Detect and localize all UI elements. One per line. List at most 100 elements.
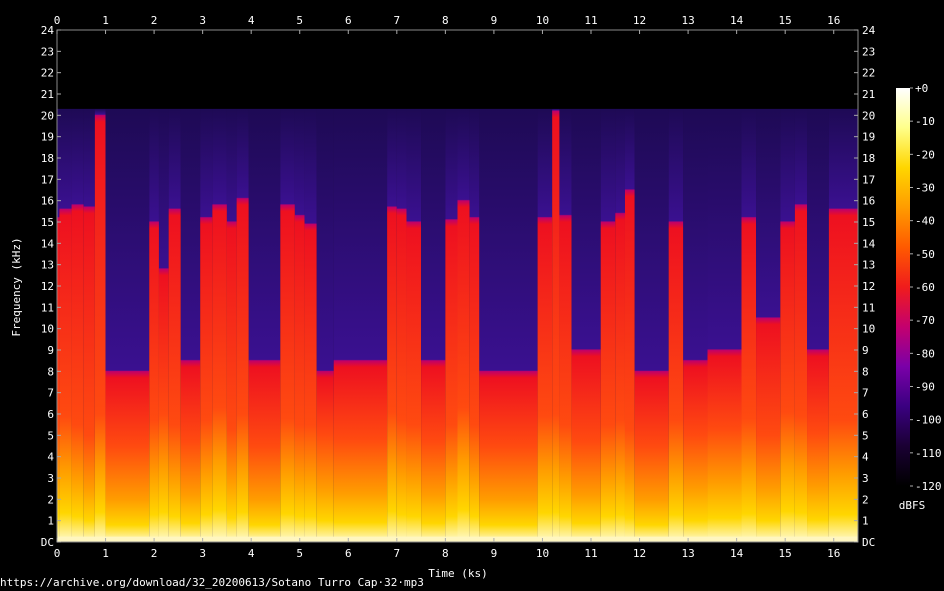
spectrogram-segment bbox=[226, 108, 237, 542]
x-tick-label: 0 bbox=[54, 547, 61, 560]
colorbar-tick-label: -60 bbox=[915, 281, 935, 294]
y-tick-label: 1 bbox=[862, 515, 869, 528]
colorbar-tick-label: -40 bbox=[915, 215, 935, 228]
spectrogram-segment bbox=[387, 108, 397, 542]
x-tick-label: 13 bbox=[681, 547, 694, 560]
y-tick-label: 10 bbox=[41, 323, 54, 336]
y-tick-label: 9 bbox=[47, 344, 54, 357]
y-tick-label: 17 bbox=[862, 173, 875, 186]
x-tick-label: 1 bbox=[102, 547, 109, 560]
spectrogram-segment bbox=[333, 108, 388, 542]
y-tick-label: DC bbox=[41, 536, 54, 549]
x-tick-label: 2 bbox=[151, 547, 158, 560]
x-tick-label: 16 bbox=[827, 547, 840, 560]
y-tick-label: 17 bbox=[41, 173, 54, 186]
spectrogram-segment bbox=[600, 108, 616, 542]
y-tick-label: 1 bbox=[47, 515, 54, 528]
x-tick-label: 9 bbox=[491, 14, 498, 27]
x-tick-label: 4 bbox=[248, 547, 255, 560]
spectrogram-segment bbox=[559, 108, 572, 542]
spectrogram-segments bbox=[57, 108, 858, 542]
x-tick-label: 3 bbox=[199, 547, 206, 560]
x-tick-label: 9 bbox=[491, 547, 498, 560]
spectrogram-segment bbox=[304, 108, 317, 542]
y-tick-label: 12 bbox=[862, 280, 875, 293]
y-tick-label: 13 bbox=[862, 259, 875, 272]
y-tick-label: 22 bbox=[862, 67, 875, 80]
y-tick-label: 3 bbox=[47, 472, 54, 485]
spectrogram-segment bbox=[280, 108, 295, 542]
x-tick-label: 12 bbox=[633, 547, 646, 560]
y-tick-label: 21 bbox=[862, 88, 875, 101]
spectrogram-segment bbox=[807, 108, 829, 542]
spectrogram-segment bbox=[212, 108, 227, 542]
y-tick-label: 19 bbox=[862, 131, 875, 144]
y-tick-label: 16 bbox=[41, 195, 54, 208]
y-tick-label: 2 bbox=[862, 493, 869, 506]
colorbar-tick-label: -110 bbox=[915, 447, 942, 460]
colorbar-tick-label: -80 bbox=[915, 347, 935, 360]
spectrogram-segment bbox=[683, 108, 708, 542]
spectrogram-segment bbox=[457, 108, 470, 542]
y-tick-label: 23 bbox=[41, 45, 54, 58]
source-url: https://archive.org/download/32_20200613… bbox=[0, 576, 424, 589]
y-tick-label: 3 bbox=[862, 472, 869, 485]
x-tick-label: 7 bbox=[394, 14, 401, 27]
spectrogram-segment bbox=[571, 108, 601, 542]
colorbar-label: dBFS bbox=[899, 499, 926, 512]
spectrogram-segment bbox=[780, 108, 795, 542]
spectrogram-segment bbox=[828, 108, 858, 542]
spectrogram-segment bbox=[200, 108, 213, 542]
x-tick-label: 12 bbox=[633, 14, 646, 27]
y-tick-label: 9 bbox=[862, 344, 869, 357]
y-tick-label: 6 bbox=[862, 408, 869, 421]
y-tick-label: 20 bbox=[41, 109, 54, 122]
spectrogram-segment bbox=[105, 108, 150, 542]
x-tick-label: 14 bbox=[730, 14, 744, 27]
y-tick-label: 2 bbox=[47, 493, 54, 506]
spectrogram-segment bbox=[634, 108, 669, 542]
spectrogram-segment bbox=[537, 108, 553, 542]
y-tick-label: 19 bbox=[41, 131, 54, 144]
spectrogram-segment bbox=[756, 108, 781, 542]
spectrogram-segment bbox=[316, 108, 334, 542]
spectrogram-segment bbox=[294, 108, 305, 542]
y-tick-label: 12 bbox=[41, 280, 54, 293]
y-tick-label: 8 bbox=[862, 365, 869, 378]
spectrogram-segment bbox=[794, 108, 808, 542]
spectrogram-segment bbox=[149, 108, 159, 542]
spectrogram-segment bbox=[158, 108, 169, 542]
y-tick-label: 13 bbox=[41, 259, 54, 272]
dc-band bbox=[57, 536, 858, 542]
spectrogram-segment bbox=[71, 108, 84, 542]
y-tick-label: 20 bbox=[862, 109, 875, 122]
x-tick-label: 8 bbox=[442, 14, 449, 27]
y-tick-label: 7 bbox=[862, 387, 869, 400]
spectrogram-segment bbox=[83, 108, 95, 542]
spectrogram-segment bbox=[180, 108, 201, 542]
y-tick-label: 5 bbox=[862, 429, 869, 442]
colorbar-tick-label: -70 bbox=[915, 314, 935, 327]
y-tick-label: 7 bbox=[47, 387, 54, 400]
spectrogram-segment bbox=[552, 108, 560, 542]
x-tick-label: 15 bbox=[779, 547, 792, 560]
colorbar-tick-label: -20 bbox=[915, 148, 935, 161]
y-tick-label: 22 bbox=[41, 67, 54, 80]
spectrogram-segment bbox=[396, 108, 407, 542]
y-tick-label: 18 bbox=[862, 152, 875, 165]
y-tick-label: 24 bbox=[862, 24, 876, 37]
y-tick-label: 15 bbox=[862, 216, 875, 229]
x-tick-label: 1 bbox=[102, 14, 109, 27]
spectrogram-segment bbox=[469, 108, 480, 542]
colorbar-tick-label: +0 bbox=[915, 82, 928, 95]
x-tick-label: 5 bbox=[296, 14, 303, 27]
y-tick-label: 11 bbox=[41, 301, 54, 314]
y-tick-label: DC bbox=[862, 536, 875, 549]
y-tick-label: 21 bbox=[41, 88, 54, 101]
colorbar-tick-label: -30 bbox=[915, 182, 935, 195]
y-tick-label: 10 bbox=[862, 323, 875, 336]
y-tick-label: 15 bbox=[41, 216, 54, 229]
y-tick-label: 8 bbox=[47, 365, 54, 378]
y-tick-label: 6 bbox=[47, 408, 54, 421]
y-tick-label: 4 bbox=[862, 451, 869, 464]
